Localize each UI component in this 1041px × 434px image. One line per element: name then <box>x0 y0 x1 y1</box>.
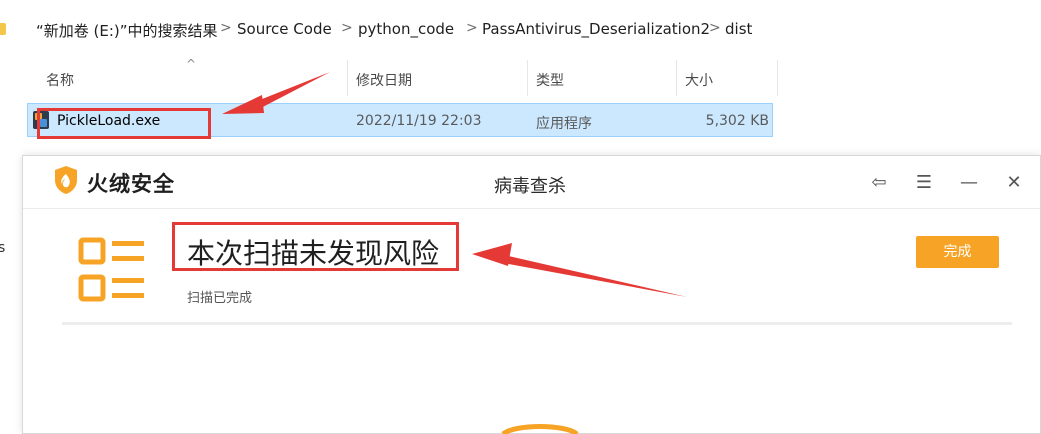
annotation-arrows <box>222 72 687 297</box>
